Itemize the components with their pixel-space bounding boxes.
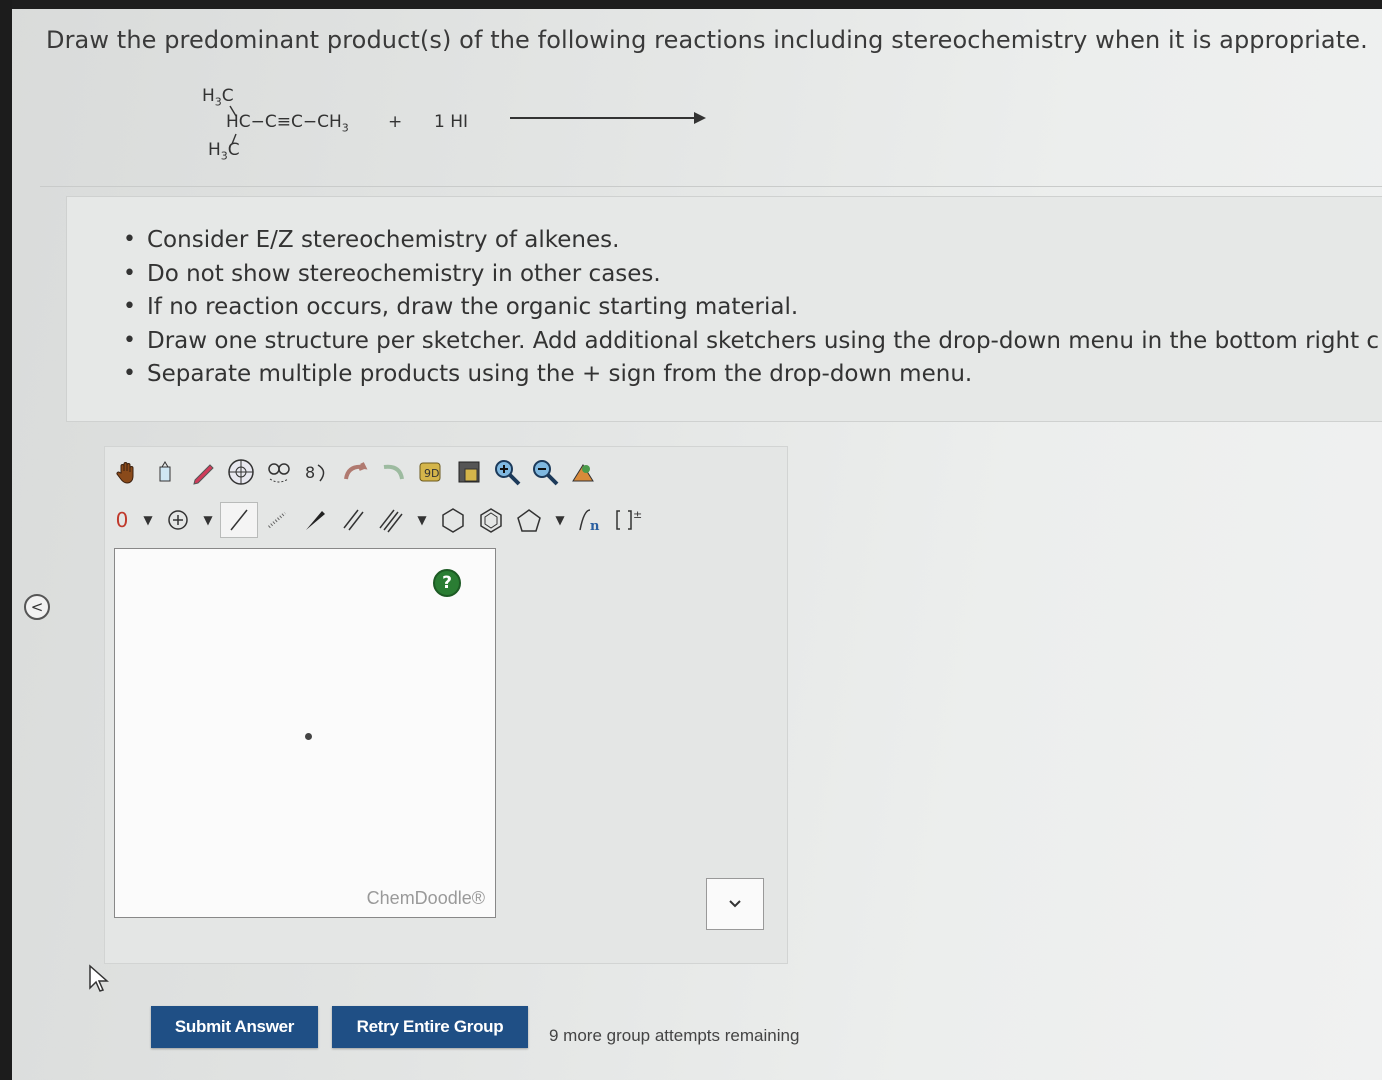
- eraser-icon[interactable]: [146, 454, 184, 490]
- canvas-dot: [305, 733, 312, 740]
- charge-selector[interactable]: 0: [108, 502, 136, 538]
- reaction-arrow: [510, 117, 700, 119]
- chevron-down-icon[interactable]: ▼: [548, 502, 572, 538]
- wedge-bond-icon[interactable]: [296, 502, 334, 538]
- section-divider: [40, 186, 1382, 187]
- attempts-remaining-text: 9 more group attempts remaining: [549, 1026, 800, 1045]
- instruction-item: Separate multiple products using the + s…: [123, 361, 1379, 395]
- triple-bond-icon[interactable]: [372, 502, 410, 538]
- pentagon-icon[interactable]: [510, 502, 548, 538]
- instruction-item: Consider E/Z stereochemistry of alkenes.: [123, 227, 1379, 261]
- chevron-down-icon[interactable]: ▼: [136, 502, 160, 538]
- top-bar: [0, 0, 1382, 9]
- hexagon-icon[interactable]: [434, 502, 472, 538]
- instruction-item: If no reaction occurs, draw the organic …: [123, 294, 1379, 328]
- help-button[interactable]: ?: [433, 569, 461, 597]
- plus-charge-icon[interactable]: [160, 502, 196, 538]
- bracket-icon[interactable]: ±: [610, 502, 648, 538]
- double-bond-icon[interactable]: [334, 502, 372, 538]
- submit-answer-button[interactable]: Submit Answer: [151, 1006, 318, 1048]
- svg-text:8: 8: [305, 463, 315, 482]
- pencil-icon[interactable]: [184, 454, 222, 490]
- plus-sign: +: [388, 112, 403, 132]
- zoom-out-icon[interactable]: [526, 454, 564, 490]
- svg-text:9D: 9D: [424, 467, 439, 480]
- retry-entire-group-button[interactable]: Retry Entire Group: [332, 1006, 528, 1048]
- instruction-item: Draw one structure per sketcher. Add add…: [123, 328, 1379, 362]
- reaction-arrow-head: [694, 112, 706, 124]
- chevron-down-icon: [729, 900, 741, 908]
- instruction-item: Do not show stereochemistry in other cas…: [123, 261, 1379, 295]
- reaction-scheme: H3C HC−C≡C−CH3 H3C + 1 HI: [190, 84, 730, 174]
- branch-bonds: [229, 105, 237, 145]
- copy-icon[interactable]: 9D: [412, 454, 450, 490]
- repeat-unit-icon[interactable]: n: [572, 502, 610, 538]
- svg-text:n: n: [590, 519, 600, 534]
- instructions-list: Consider E/Z stereochemistry of alkenes.…: [123, 227, 1379, 395]
- left-edge-bar: [0, 0, 12, 1080]
- reagent-hi: 1 HI: [434, 112, 469, 132]
- clean-icon[interactable]: [564, 454, 602, 490]
- chevron-down-icon[interactable]: ▼: [410, 502, 434, 538]
- zoom-in-icon[interactable]: [488, 454, 526, 490]
- toolbar-row-1: 8 9D: [108, 450, 602, 494]
- redo-icon[interactable]: [374, 454, 412, 490]
- lasso-icon[interactable]: [260, 454, 298, 490]
- sketcher-options-dropdown[interactable]: [706, 878, 764, 930]
- collapse-left-icon[interactable]: <: [24, 594, 50, 620]
- paste-icon[interactable]: [450, 454, 488, 490]
- hash-bond-icon[interactable]: [258, 502, 296, 538]
- ring-template-icon[interactable]: [222, 454, 260, 490]
- undo-icon[interactable]: [336, 454, 374, 490]
- question-prompt: Draw the predominant product(s) of the f…: [46, 26, 1368, 54]
- chevron-down-icon[interactable]: ▼: [196, 502, 220, 538]
- chemdoodle-watermark: ChemDoodle®: [366, 888, 485, 908]
- svg-text:±: ±: [633, 508, 642, 521]
- benzene-icon[interactable]: [472, 502, 510, 538]
- single-bond-icon[interactable]: [220, 502, 258, 538]
- instructions-box: Consider E/Z stereochemistry of alkenes.…: [66, 196, 1382, 422]
- hand-icon[interactable]: [108, 454, 146, 490]
- toolbar-row-2: 0 ▼ ▼ ▼ ▼ n ±: [108, 498, 648, 542]
- drawing-canvas[interactable]: ? ChemDoodle®: [114, 548, 496, 918]
- rotate-icon[interactable]: 8: [298, 454, 336, 490]
- mouse-cursor-icon: [89, 964, 109, 992]
